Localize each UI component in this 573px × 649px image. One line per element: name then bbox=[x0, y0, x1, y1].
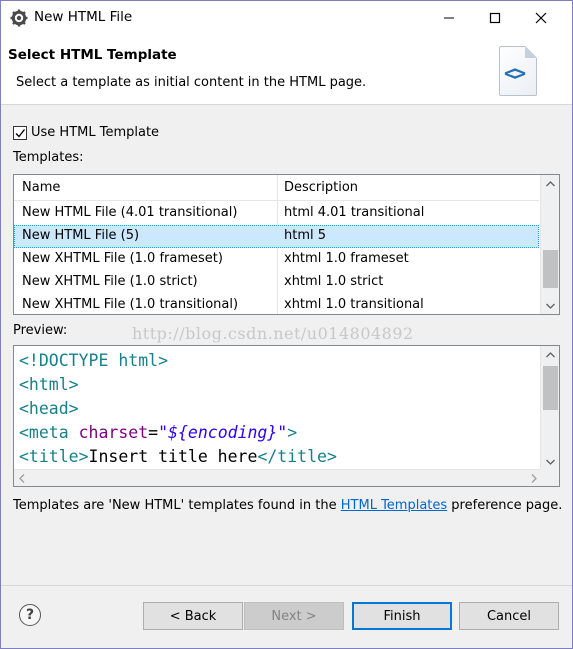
template-description: html 4.01 transitional bbox=[284, 205, 425, 220]
code-token: > bbox=[287, 423, 298, 442]
code-token: > bbox=[158, 351, 169, 370]
code-text: Insert title here bbox=[88, 447, 258, 466]
use-html-template-label: Use HTML Template bbox=[31, 125, 160, 140]
finish-button[interactable]: Finish bbox=[352, 602, 452, 630]
close-icon bbox=[535, 12, 547, 23]
template-description: xhtml 1.0 strict bbox=[284, 274, 384, 289]
code-token: <!DOCTYPE bbox=[19, 351, 119, 370]
back-button[interactable]: < Back bbox=[143, 602, 243, 630]
divider bbox=[1, 585, 572, 586]
code-keyword: html bbox=[118, 351, 159, 370]
scroll-up-icon[interactable] bbox=[541, 346, 559, 363]
preview-horizontal-scrollbar[interactable] bbox=[14, 469, 542, 486]
templates-label: Templates: bbox=[13, 150, 84, 165]
template-name: New XHTML File (1.0 frameset) bbox=[22, 251, 223, 266]
next-button[interactable]: Next > bbox=[244, 602, 344, 630]
maximize-icon bbox=[489, 12, 501, 23]
scroll-down-icon[interactable] bbox=[541, 297, 559, 314]
code-line: <head> bbox=[19, 399, 79, 418]
table-row[interactable]: New XHTML File (1.0 transitional) xhtml … bbox=[14, 294, 539, 314]
table-row[interactable]: New XHTML File (1.0 frameset) xhtml 1.0 … bbox=[14, 248, 539, 271]
maximize-button[interactable] bbox=[472, 1, 518, 34]
page-description: Select a template as initial content in … bbox=[16, 75, 367, 90]
scroll-up-icon[interactable] bbox=[541, 175, 559, 192]
code-token: </title> bbox=[257, 447, 337, 466]
close-button[interactable] bbox=[518, 1, 564, 34]
code-token: <meta bbox=[19, 423, 79, 442]
new-html-file-dialog: New HTML File Select HTML Template Selec… bbox=[0, 0, 573, 649]
column-header-name[interactable]: Name bbox=[22, 180, 60, 195]
eclipse-gear-icon bbox=[10, 9, 28, 27]
column-header-description[interactable]: Description bbox=[284, 180, 358, 195]
note-text: preference page. bbox=[447, 498, 563, 513]
help-icon: ? bbox=[25, 607, 35, 623]
code-line: <html> bbox=[19, 375, 79, 394]
code-token: = bbox=[148, 423, 159, 442]
code-string: "${encoding}" bbox=[158, 423, 288, 442]
templates-note: Templates are 'New HTML' templates found… bbox=[13, 498, 562, 513]
scroll-thumb[interactable] bbox=[543, 250, 558, 288]
minimize-button[interactable] bbox=[426, 1, 472, 34]
watermark-text: http://blog.csdn.net/u014804892 bbox=[132, 324, 414, 343]
scroll-right-icon[interactable] bbox=[531, 474, 537, 483]
checkmark-icon bbox=[15, 128, 26, 138]
scroll-thumb[interactable] bbox=[543, 366, 558, 410]
table-row[interactable]: New HTML File (4.01 transitional) html 4… bbox=[14, 202, 539, 225]
html-file-banner-icon: <> bbox=[499, 46, 537, 96]
title-bar[interactable]: New HTML File bbox=[1, 1, 572, 34]
template-description: html 5 bbox=[284, 228, 327, 243]
code-token: <title> bbox=[19, 447, 89, 466]
scroll-left-icon[interactable] bbox=[19, 474, 25, 483]
page-title: Select HTML Template bbox=[8, 47, 177, 63]
window-title: New HTML File bbox=[34, 9, 133, 25]
wizard-header: Select HTML Template Select a template a… bbox=[1, 34, 572, 105]
preview-editor[interactable]: <!DOCTYPE html> <html> <head> <meta char… bbox=[13, 345, 560, 487]
preview-label: Preview: bbox=[13, 323, 68, 338]
use-html-template-checkbox[interactable]: Use HTML Template bbox=[13, 125, 159, 140]
preview-vertical-scrollbar[interactable] bbox=[540, 346, 559, 470]
code-attr: charset bbox=[78, 423, 149, 442]
templates-table[interactable]: Name Description New HTML File (4.01 tra… bbox=[13, 174, 560, 315]
template-name: New HTML File (4.01 transitional) bbox=[22, 205, 238, 220]
template-name: New HTML File (5) bbox=[22, 228, 140, 243]
scroll-down-icon[interactable] bbox=[541, 453, 559, 470]
template-description: xhtml 1.0 transitional bbox=[284, 297, 424, 312]
checkbox-box[interactable] bbox=[13, 125, 27, 140]
template-name: New XHTML File (1.0 strict) bbox=[22, 274, 198, 289]
help-button[interactable]: ? bbox=[19, 604, 41, 626]
html-templates-link[interactable]: HTML Templates bbox=[341, 498, 447, 513]
table-row-selected[interactable]: New HTML File (5) html 5 bbox=[14, 225, 539, 248]
scroll-corner bbox=[540, 469, 559, 486]
minimize-icon bbox=[444, 17, 454, 18]
template-name: New XHTML File (1.0 transitional) bbox=[22, 297, 239, 312]
cancel-button[interactable]: Cancel bbox=[459, 602, 559, 630]
table-row[interactable]: New XHTML File (1.0 strict) xhtml 1.0 st… bbox=[14, 271, 539, 294]
templates-vertical-scrollbar[interactable] bbox=[540, 175, 559, 314]
note-text: Templates are 'New HTML' templates found… bbox=[13, 498, 341, 513]
preview-code[interactable]: <!DOCTYPE html> <html> <head> <meta char… bbox=[19, 349, 337, 469]
template-description: xhtml 1.0 frameset bbox=[284, 251, 409, 266]
